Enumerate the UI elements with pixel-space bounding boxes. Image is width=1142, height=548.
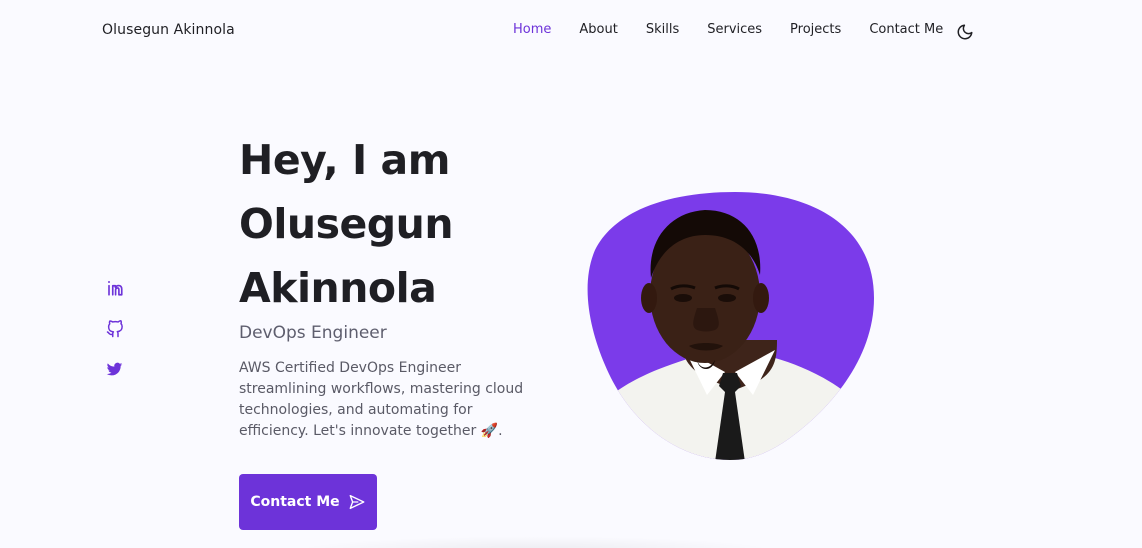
nav-skills[interactable]: Skills (646, 22, 679, 37)
contact-me-label: Contact Me (250, 494, 340, 510)
twitter-icon[interactable] (106, 361, 124, 379)
hero-title-line-2: Olusegun (239, 200, 454, 248)
hero-title: Hey, I am Olusegun Akinnola (239, 128, 559, 320)
nav-about[interactable]: About (579, 22, 617, 37)
linkedin-icon[interactable] (106, 279, 124, 297)
send-icon (348, 493, 366, 511)
nav-services[interactable]: Services (707, 22, 762, 37)
portfolio-page: Olusegun Akinnola Home About Skills Serv… (0, 0, 1142, 548)
github-icon[interactable] (106, 320, 124, 338)
hero-subtitle: DevOps Engineer (239, 323, 387, 343)
nav-projects[interactable]: Projects (790, 22, 841, 37)
nav-home[interactable]: Home (513, 22, 551, 37)
hero-description: AWS Certified DevOps Engineer streamlini… (239, 360, 524, 439)
profile-photo (585, 190, 875, 462)
moon-icon[interactable] (956, 23, 974, 41)
hero-title-line-1: Hey, I am (239, 136, 450, 184)
brand-logo[interactable]: Olusegun Akinnola (102, 22, 235, 38)
contact-me-button[interactable]: Contact Me (239, 474, 377, 530)
nav-contact[interactable]: Contact Me (869, 22, 943, 37)
section-shadow (290, 536, 780, 548)
site-header: Olusegun Akinnola Home About Skills Serv… (0, 0, 1142, 64)
social-links (106, 279, 126, 402)
hero-title-line-3: Akinnola (239, 264, 437, 312)
main-nav: Home About Skills Services Projects Cont… (513, 22, 943, 37)
